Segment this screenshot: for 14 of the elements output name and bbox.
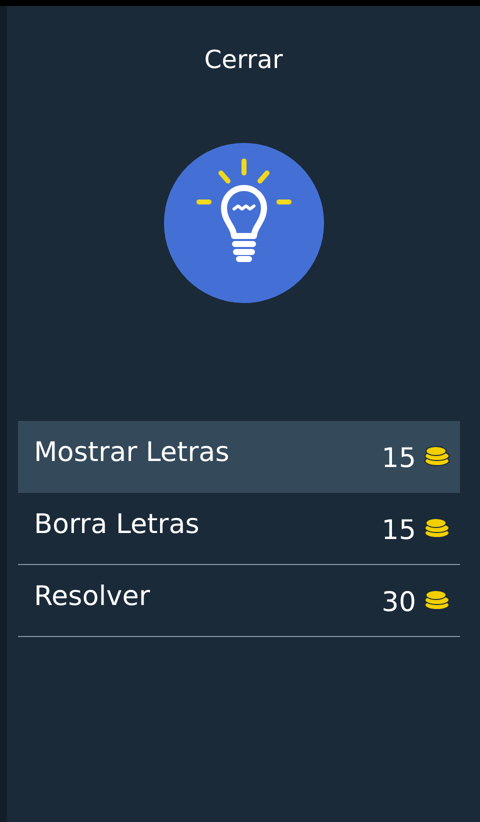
coins-icon — [424, 518, 450, 538]
close-button[interactable]: Cerrar — [198, 41, 289, 78]
coins-icon — [424, 446, 450, 466]
lightbulb-icon — [164, 142, 324, 302]
coin-cost: 15 — [382, 442, 416, 476]
option-label: Mostrar Letras — [34, 436, 230, 470]
option-label: Resolver — [34, 580, 150, 614]
option-label: Borra Letras — [34, 508, 200, 542]
hint-option[interactable]: Resolver 30 — [18, 564, 460, 636]
coin-cost: 30 — [382, 586, 416, 620]
hint-option[interactable]: Mostrar Letras 15 — [18, 420, 460, 492]
hint-option[interactable]: Borra Letras 15 — [18, 492, 460, 564]
coin-cost: 15 — [382, 514, 416, 548]
coins-icon — [424, 590, 450, 610]
